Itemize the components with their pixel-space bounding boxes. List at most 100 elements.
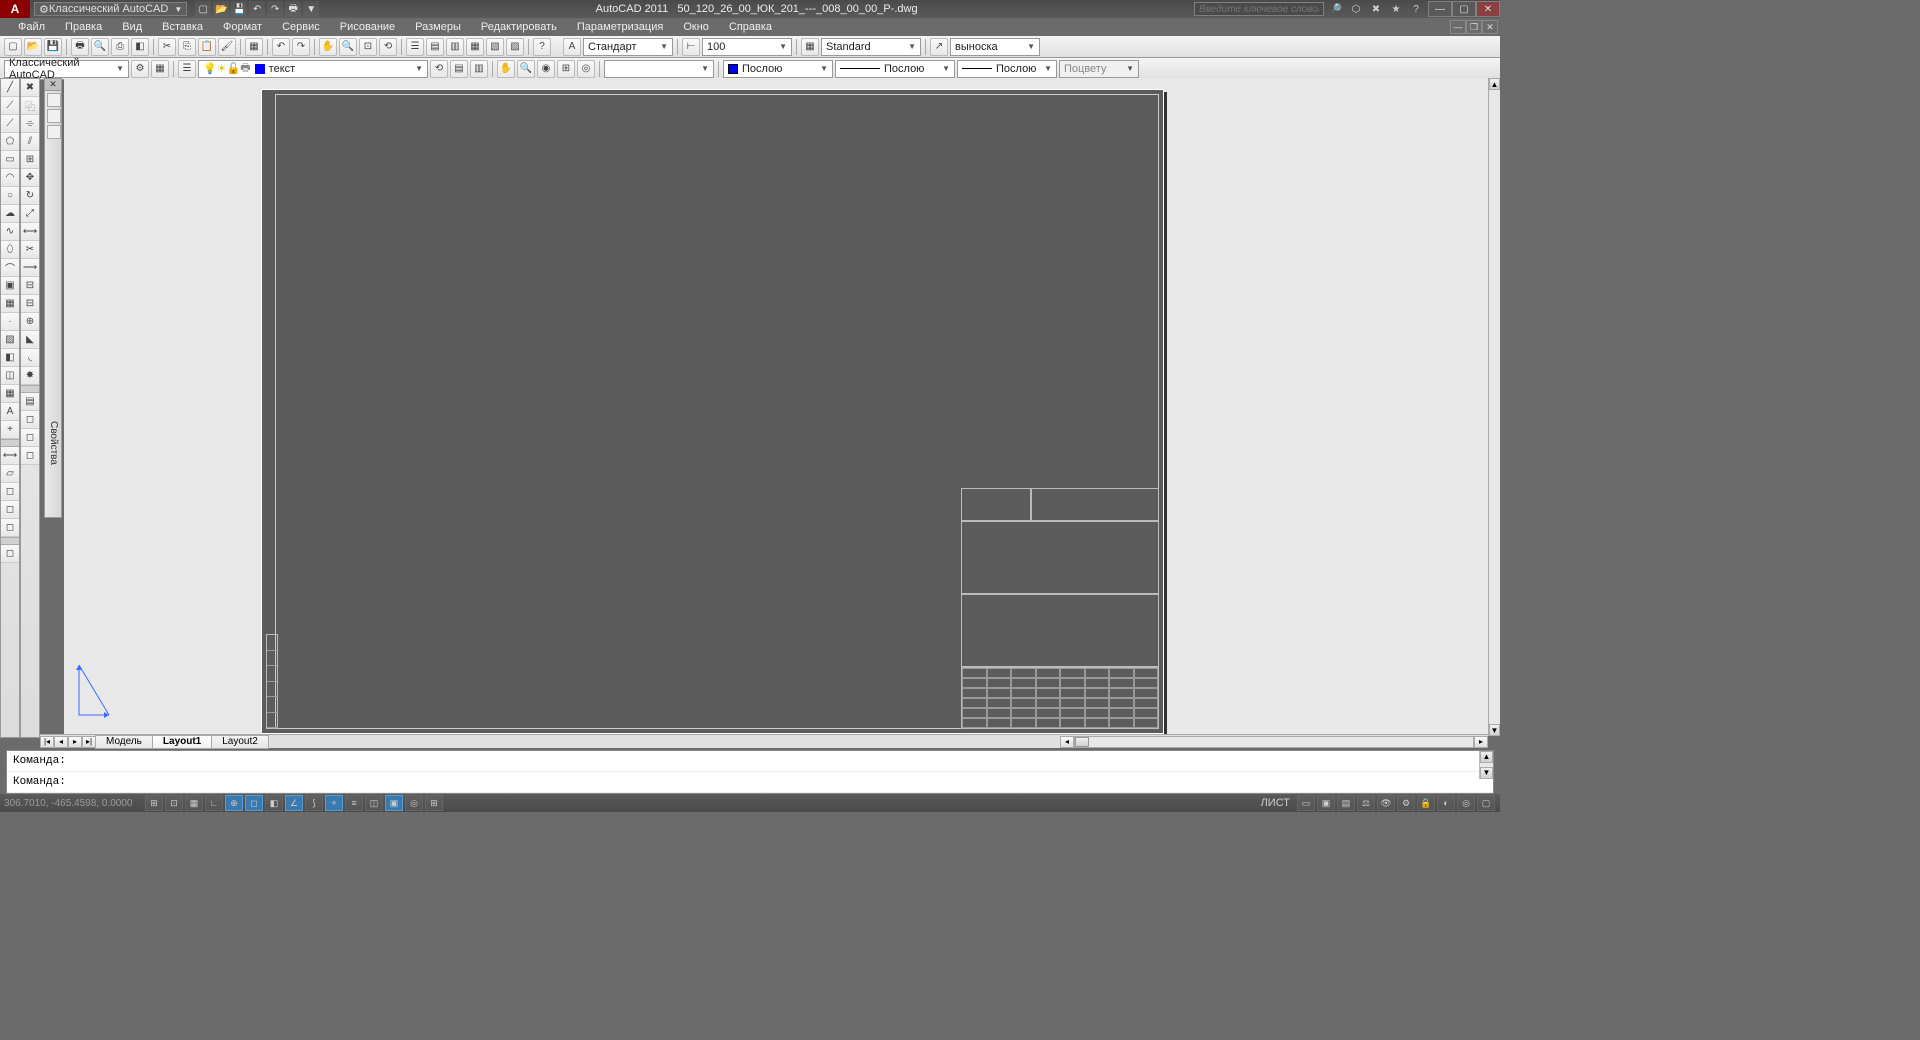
stretch-icon[interactable]: ⟷ — [21, 223, 39, 241]
menu-dimension[interactable]: Размеры — [405, 19, 471, 35]
mirror-icon[interactable]: ⌯ — [21, 115, 39, 133]
minimize-button[interactable]: — — [1428, 1, 1452, 17]
layer-state-icon[interactable]: ▤ — [450, 60, 468, 78]
tab-first-icon[interactable]: |◂ — [40, 736, 54, 748]
mtext-icon[interactable]: A — [1, 403, 19, 421]
toolbar-lock-icon[interactable]: 🔒 — [1417, 795, 1435, 811]
menu-file[interactable]: Файл — [8, 19, 55, 35]
3dosnap-icon[interactable]: ◧ — [265, 795, 283, 811]
menu-insert[interactable]: Вставка — [152, 19, 213, 35]
qp-icon[interactable]: ▣ — [385, 795, 403, 811]
point-icon[interactable]: · — [1, 313, 19, 331]
region-icon[interactable]: ◫ — [1, 367, 19, 385]
quick-view-drawings-icon[interactable]: ▤ — [1337, 795, 1355, 811]
exchange-icon[interactable]: ✖ — [1368, 1, 1384, 17]
workspace-dropdown-2[interactable]: Классический AutoCAD▼ — [4, 60, 129, 78]
design-center-icon[interactable]: ▤ — [426, 38, 444, 56]
publish-icon[interactable]: ⎙ — [111, 38, 129, 56]
hscroll-thumb[interactable] — [1075, 737, 1089, 747]
array-icon[interactable]: ⊞ — [21, 151, 39, 169]
undo-btn-icon[interactable]: ↶ — [272, 38, 290, 56]
command-scrollbar[interactable]: ▲ ▼ — [1479, 751, 1493, 779]
space-label[interactable]: ЛИСТ — [1255, 797, 1296, 809]
area-icon[interactable]: ▱ — [1, 465, 19, 483]
new-icon[interactable]: ▢ — [195, 1, 211, 17]
properties-icon[interactable]: ☰ — [406, 38, 424, 56]
break-icon[interactable]: ⊟ — [21, 295, 39, 313]
hscroll-left-icon[interactable]: ◂ — [1060, 736, 1074, 748]
layer-dropdown[interactable]: 💡 ☀ 🔓 🖶 текст▼ — [198, 60, 428, 78]
horizontal-scrollbar[interactable]: ◂ ▸ — [1060, 736, 1488, 748]
qat-chevron-down-icon[interactable]: ▼ — [303, 1, 319, 17]
distance-icon[interactable]: ⟷ — [1, 447, 19, 465]
mleader-style-dropdown[interactable]: выноска▼ — [950, 38, 1040, 56]
subscription-icon[interactable]: ⬡ — [1348, 1, 1364, 17]
line-icon[interactable]: ╱ — [1, 79, 19, 97]
revcloud-icon[interactable]: ☁ — [1, 205, 19, 223]
plot-preview-icon[interactable]: 🔍 — [91, 38, 109, 56]
workspace-switching-icon[interactable]: ⚙ — [1397, 795, 1415, 811]
rectangle-icon[interactable]: ▭ — [1, 151, 19, 169]
tab-prev-icon[interactable]: ◂ — [54, 736, 68, 748]
snap-icon[interactable]: ⊡ — [165, 795, 183, 811]
fillet-icon[interactable]: ◟ — [21, 349, 39, 367]
open-icon[interactable]: 📂 — [213, 1, 229, 17]
menu-format[interactable]: Формат — [213, 19, 272, 35]
match-props-icon[interactable]: 🖌 — [218, 38, 236, 56]
polygon-icon[interactable]: ⬠ — [1, 133, 19, 151]
command-window[interactable]: Команда: Команда: ▲ ▼ — [6, 750, 1494, 794]
make-block-icon[interactable]: ▦ — [1, 295, 19, 313]
ortho-icon[interactable]: ∟ — [205, 795, 223, 811]
otrack-icon[interactable]: ∠ — [285, 795, 303, 811]
tool-m19-icon[interactable]: ◻ — [21, 411, 39, 429]
scroll-up-icon[interactable]: ▲ — [1489, 78, 1500, 90]
coordinates-display[interactable]: 306.7010, -465.4598, 0.0000 — [4, 798, 144, 809]
chamfer-icon[interactable]: ◣ — [21, 331, 39, 349]
annotation-scale-icon[interactable]: ⚖ — [1357, 795, 1375, 811]
zoom-icon-2[interactable]: 🔍 — [517, 60, 535, 78]
break-at-point-icon[interactable]: ⊟ — [21, 277, 39, 295]
menu-tools[interactable]: Сервис — [272, 19, 330, 35]
ellipse-arc-icon[interactable]: ⌒ — [1, 259, 19, 277]
paste-icon[interactable]: 📋 — [198, 38, 216, 56]
my-workspace-icon[interactable]: ▦ — [151, 60, 169, 78]
sheet-set-icon[interactable]: ▦ — [466, 38, 484, 56]
lineweight-dropdown[interactable]: Послою▼ — [957, 60, 1057, 78]
text-style-icon[interactable]: A — [563, 38, 581, 56]
orbit-icon[interactable]: ◉ — [537, 60, 555, 78]
annotation-visibility-icon[interactable]: 👁 — [1377, 795, 1395, 811]
undo-icon[interactable]: ↶ — [249, 1, 265, 17]
pan-icon-2[interactable]: ✋ — [497, 60, 515, 78]
osnap-icon[interactable]: ◻ — [245, 795, 263, 811]
lwt-icon[interactable]: ≡ — [345, 795, 363, 811]
tool-m21-icon[interactable]: ◻ — [21, 447, 39, 465]
scroll-down-icon[interactable]: ▼ — [1489, 724, 1500, 736]
linetype-dropdown[interactable]: Послою▼ — [835, 60, 955, 78]
doc-restore-button[interactable]: ❐ — [1466, 20, 1482, 34]
doc-close-button[interactable]: ✕ — [1482, 20, 1498, 34]
gradient-icon[interactable]: ◧ — [1, 349, 19, 367]
model-space-icon[interactable]: ▭ — [1297, 795, 1315, 811]
cut-icon[interactable]: ✂ — [158, 38, 176, 56]
menu-parametric[interactable]: Параметризация — [567, 19, 673, 35]
polar-icon[interactable]: ⊕ — [225, 795, 243, 811]
zoom-previous-icon[interactable]: ⟲ — [379, 38, 397, 56]
palette-icon-3[interactable] — [47, 125, 61, 139]
table-icon[interactable]: ▦ — [1, 385, 19, 403]
dyn-icon[interactable]: + — [325, 795, 343, 811]
spline-icon[interactable]: ∿ — [1, 223, 19, 241]
scale-icon[interactable]: ⤢ — [21, 205, 39, 223]
steering-wheel-icon[interactable]: ◎ — [577, 60, 595, 78]
dim-style-icon[interactable]: ⊢ — [682, 38, 700, 56]
block-editor-icon[interactable]: ▦ — [245, 38, 263, 56]
save-icon[interactable]: 💾 — [231, 1, 247, 17]
plot-style-dropdown[interactable]: Поцвету▼ — [1059, 60, 1139, 78]
rotate-icon[interactable]: ↻ — [21, 187, 39, 205]
new-file-icon[interactable]: ▢ — [4, 38, 22, 56]
doc-minimize-button[interactable]: — — [1450, 20, 1466, 34]
ducs-icon[interactable]: ⟆ — [305, 795, 323, 811]
draworder-icon[interactable]: ▤ — [21, 393, 39, 411]
cmd-scroll-up-icon[interactable]: ▲ — [1480, 751, 1493, 763]
menu-view[interactable]: Вид — [112, 19, 152, 35]
menu-window[interactable]: Окно — [673, 19, 719, 35]
